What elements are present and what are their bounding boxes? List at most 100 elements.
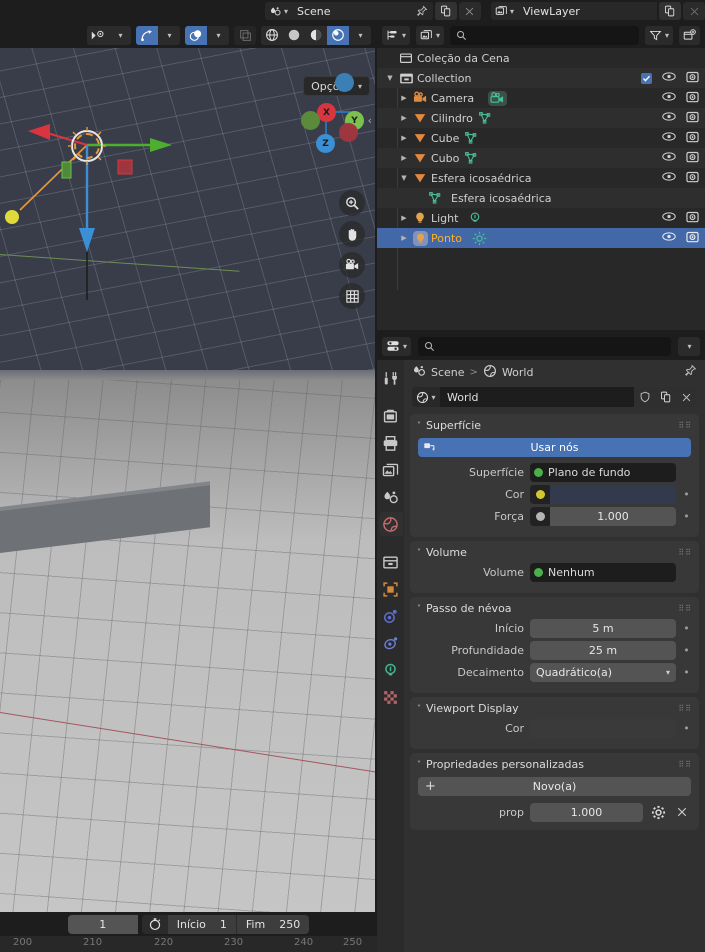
hide-viewport-icon[interactable] xyxy=(662,151,676,165)
disable-render-icon[interactable] xyxy=(686,111,699,126)
color-socket-box[interactable] xyxy=(530,485,550,504)
outliner-row-camera[interactable]: ▶ Camera xyxy=(377,88,705,108)
outliner-row-cube[interactable]: ▶ Cube xyxy=(377,128,705,148)
browse-world-icon[interactable]: ▾ xyxy=(412,387,440,407)
chevron-down-icon[interactable]: ˅ xyxy=(417,760,421,769)
mesh-data-icon[interactable] xyxy=(463,151,478,165)
properties-search-input[interactable] xyxy=(418,336,671,356)
disclosure-triangle-right-icon[interactable]: ▶ xyxy=(397,94,411,102)
animate-property-icon[interactable]: • xyxy=(682,722,691,735)
camera-data-icon[interactable] xyxy=(488,90,508,106)
disable-render-icon[interactable] xyxy=(686,171,699,186)
properties-editor[interactable]: ▾ ▾ Scene > World ▾ World ˅ Superfície ⠿… xyxy=(377,332,705,952)
outliner-row-esfera-icosaedrica[interactable]: ▼ Esfera icosaédrica xyxy=(377,168,705,188)
animate-property-icon[interactable]: • xyxy=(682,488,691,501)
new-scene-button[interactable] xyxy=(434,2,457,20)
tab-object[interactable] xyxy=(379,577,403,601)
fake-user-shield-icon[interactable] xyxy=(634,387,655,407)
disclosure-triangle-right-icon[interactable]: ▶ xyxy=(397,214,411,222)
gear-icon[interactable] xyxy=(649,805,667,820)
viewlayer-name[interactable]: ViewLayer xyxy=(517,2,657,20)
animate-property-icon[interactable]: • xyxy=(682,666,691,679)
shading-solid-icon[interactable] xyxy=(283,25,305,45)
mesh-data-icon[interactable] xyxy=(463,131,478,145)
tab-collection[interactable] xyxy=(379,550,403,574)
animate-property-icon[interactable]: • xyxy=(682,622,691,635)
grid-toggle-icon[interactable] xyxy=(339,283,365,309)
mist-falloff-dropdown[interactable]: Quadrático(a) ▾ xyxy=(530,663,676,682)
pan-icon[interactable] xyxy=(339,221,365,247)
remove-viewlayer-button[interactable] xyxy=(683,2,705,20)
outliner-filter-icon[interactable]: ▾ xyxy=(644,25,673,45)
unlink-scene-button[interactable] xyxy=(458,2,481,20)
panel-grip-icon[interactable]: ⠿⠿ xyxy=(678,760,692,768)
hide-viewport-icon[interactable] xyxy=(662,171,676,185)
timeline-editor[interactable]: 1 Início 1 Fim 250 200 210 220 230 240 2… xyxy=(0,912,377,952)
timeline-ruler[interactable]: 200 210 220 230 240 250 xyxy=(0,936,377,952)
overlays-toggle-icon[interactable] xyxy=(185,25,207,45)
properties-options-dropdown-icon[interactable]: ▾ xyxy=(678,336,700,356)
surface-shader-dropdown[interactable]: Plano de fundo xyxy=(530,463,676,482)
breadcrumb-scene-label[interactable]: Scene xyxy=(431,366,465,379)
pin-icon[interactable] xyxy=(684,364,697,380)
new-custom-property-button[interactable]: + Novo(a) xyxy=(418,777,691,796)
gizmo-dropdown-icon[interactable]: ▾ xyxy=(158,25,180,45)
viewlayer-data-block[interactable]: ▾ ViewLayer xyxy=(490,2,705,20)
panel-grip-icon[interactable]: ⠿⠿ xyxy=(678,704,692,712)
panel-custom-properties-header[interactable]: ˅ Propriedades personalizadas ⠿⠿ xyxy=(410,753,699,775)
outliner-display-mode-icon[interactable]: ▾ xyxy=(382,25,411,45)
chevron-down-icon[interactable]: ˅ xyxy=(417,704,421,713)
chevron-down-icon[interactable]: ˅ xyxy=(417,548,421,557)
disclosure-triangle-right-icon[interactable]: ▶ xyxy=(397,114,411,122)
point-light-data-icon[interactable] xyxy=(472,231,487,246)
hide-viewport-icon[interactable] xyxy=(662,111,676,125)
outliner-row-ponto[interactable]: ▶ Ponto xyxy=(377,228,705,248)
overlay-dropdown-icon[interactable]: ▾ xyxy=(207,25,229,45)
scene-data-block[interactable]: ▾ Scene xyxy=(264,2,481,20)
3d-viewport[interactable]: ▾ ▾ ▾ ▾ ‹ Opções ▾ X Y Z xyxy=(0,22,375,912)
panel-grip-icon[interactable]: ⠿⠿ xyxy=(678,421,692,429)
frame-end-field[interactable]: Fim 250 xyxy=(235,914,310,934)
new-collection-icon[interactable] xyxy=(679,25,700,45)
hide-viewport-icon[interactable] xyxy=(662,71,676,85)
disclosure-triangle-right-icon[interactable]: ▶ xyxy=(397,234,411,242)
shading-dropdown-icon[interactable]: ▾ xyxy=(349,25,371,45)
panel-mist-pass-header[interactable]: ˅ Passo de névoa ⠿⠿ xyxy=(410,597,699,619)
disable-render-icon[interactable] xyxy=(686,211,699,226)
chevron-down-icon[interactable]: ˅ xyxy=(417,421,421,430)
gizmos-toggle-icon[interactable] xyxy=(136,25,158,45)
shading-wireframe-icon[interactable] xyxy=(261,25,283,45)
animate-property-icon[interactable]: • xyxy=(682,644,691,657)
gizmo-y-negative[interactable] xyxy=(301,111,320,130)
viewport-color-swatch[interactable] xyxy=(530,719,676,738)
world-id-block[interactable]: ▾ World xyxy=(412,386,697,408)
animate-property-icon[interactable]: • xyxy=(682,510,691,523)
current-frame-field[interactable]: 1 xyxy=(67,914,138,934)
sidebar-collapse-icon[interactable]: ‹ xyxy=(368,114,372,127)
collection-checkbox[interactable] xyxy=(641,72,652,84)
outliner-row-collection[interactable]: ▼ Collection xyxy=(377,68,705,88)
custom-property-value[interactable]: 1.000 xyxy=(530,802,643,822)
mist-start-value[interactable]: 5 m xyxy=(530,619,676,638)
surface-strength-value[interactable]: 1.000 xyxy=(550,507,676,526)
strength-socket-box[interactable] xyxy=(530,507,550,526)
chevron-down-icon[interactable]: ˅ xyxy=(417,604,421,613)
outliner-row-light[interactable]: ▶ Light xyxy=(377,208,705,228)
xray-toggle-icon[interactable] xyxy=(234,25,256,45)
mesh-data-icon[interactable] xyxy=(477,111,492,125)
panel-grip-icon[interactable]: ⠿⠿ xyxy=(678,604,692,612)
mist-depth-value[interactable]: 25 m xyxy=(530,641,676,660)
gizmo-x-negative[interactable] xyxy=(339,123,358,142)
hide-viewport-icon[interactable] xyxy=(662,91,676,105)
tab-tool[interactable] xyxy=(379,366,403,390)
tab-object-data[interactable] xyxy=(379,658,403,682)
disclosure-triangle-down-icon[interactable]: ▼ xyxy=(383,74,397,82)
outliner-row-esfera-icosaedrica-data[interactable]: Esfera icosaédrica xyxy=(377,188,705,208)
shading-material-preview-icon[interactable] xyxy=(305,25,327,45)
disable-render-icon[interactable] xyxy=(686,91,699,106)
disable-render-icon[interactable] xyxy=(686,131,699,146)
scene-browse-icon[interactable]: ▾ xyxy=(264,2,291,20)
tab-texture[interactable] xyxy=(379,685,403,709)
navigation-gizmo[interactable]: X Y Z xyxy=(301,73,367,153)
tab-scene[interactable] xyxy=(379,485,403,509)
